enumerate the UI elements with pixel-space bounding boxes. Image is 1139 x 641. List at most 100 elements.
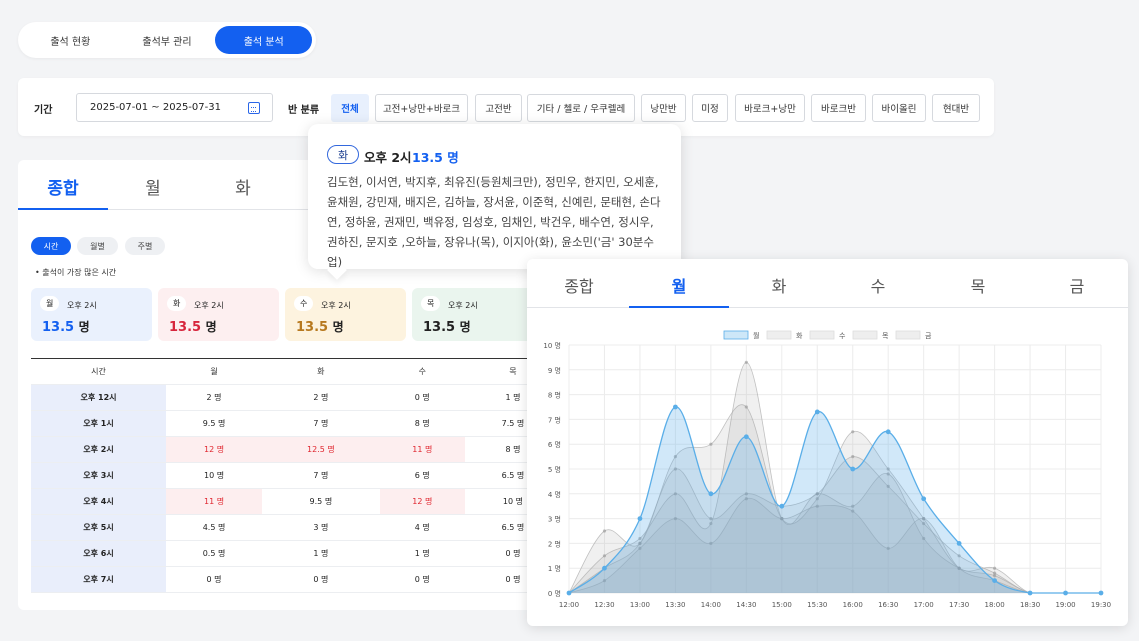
- chip-modern[interactable]: 현대반: [932, 94, 980, 122]
- count-cell: 4.5 명: [166, 514, 263, 541]
- legend-label[interactable]: 금: [925, 332, 932, 340]
- count-cell: 0 명: [262, 566, 380, 593]
- legend-swatch[interactable]: [766, 330, 792, 340]
- count-cell: 7 명: [262, 462, 380, 489]
- time-cell: 오후 3시: [31, 462, 166, 489]
- table-row: 오후 1시 9.5 명7 명8 명 7.5 명: [31, 410, 561, 437]
- data-point[interactable]: [1027, 590, 1033, 596]
- tab-monday[interactable]: 월: [108, 174, 198, 199]
- x-tick-label: 18:30: [1020, 601, 1040, 609]
- pill-time[interactable]: 시간: [31, 237, 71, 255]
- legend-label[interactable]: 화: [796, 332, 803, 340]
- legend-label[interactable]: 월: [753, 331, 759, 340]
- table-header-row: 시간 월 화 수 목: [31, 358, 561, 385]
- peak-card: 월 오후 2시 13.5 명: [31, 288, 152, 341]
- card-unit: 명: [459, 320, 471, 334]
- card-value-wrap: 13.5 명: [296, 318, 344, 335]
- count-cell: 12.5 명: [262, 436, 380, 463]
- table-header-cell: 시간: [31, 358, 166, 385]
- data-point[interactable]: [921, 496, 927, 502]
- table-row: 오후 2시 12 명 12.5 명 11 명8 명: [31, 436, 561, 463]
- chip-violin[interactable]: 바이올린: [872, 94, 926, 122]
- table-row: 오후 7시 0 명0 명0 명0 명: [31, 566, 561, 593]
- x-tick-label: 17:00: [914, 601, 934, 609]
- legend-swatch[interactable]: [895, 330, 921, 340]
- card-unit: 명: [205, 320, 217, 334]
- peak-card: 수 오후 2시 13.5 명: [285, 288, 406, 341]
- y-tick-label: 0 명: [548, 589, 561, 598]
- data-point[interactable]: [956, 541, 962, 546]
- card-value-wrap: 13.5 명: [423, 318, 471, 335]
- y-tick-label: 2 명: [548, 539, 561, 548]
- chip-guitar-cello-ukulele[interactable]: 기타 / 첼로 / 우쿠렐레: [527, 94, 635, 122]
- x-tick-label: 12:00: [559, 601, 579, 609]
- data-point[interactable]: [814, 409, 820, 415]
- data-point[interactable]: [744, 360, 748, 364]
- count-cell: 6 명: [379, 462, 465, 489]
- data-point[interactable]: [708, 491, 714, 497]
- time-cell: 오후 2시: [31, 436, 166, 463]
- data-point[interactable]: [637, 516, 643, 521]
- card-day-badge: 목: [421, 296, 441, 311]
- x-tick-label: 13:30: [665, 601, 685, 609]
- chip-baroque-romantic[interactable]: 바로크+낭만: [735, 94, 805, 122]
- count-cell: 2 명: [166, 384, 263, 411]
- data-point[interactable]: [1063, 590, 1068, 596]
- tab-overview[interactable]: 종합: [18, 174, 108, 199]
- y-tick-label: 9 명: [548, 366, 561, 375]
- tab-tuesday[interactable]: 화: [198, 174, 288, 199]
- tooltip-names: 김도현, 이서연, 박지후, 최유진(등원체크만), 정민우, 한지민, 오세훈…: [327, 175, 661, 269]
- data-point[interactable]: [602, 554, 607, 558]
- pill-weekly[interactable]: 주별: [125, 237, 165, 255]
- chip-romantic[interactable]: 낭만반: [641, 94, 686, 122]
- legend-swatch[interactable]: [852, 330, 878, 340]
- chip-baroque[interactable]: 바로크반: [811, 94, 866, 122]
- nav-tab-attendance-status[interactable]: 출석 현황: [22, 26, 119, 54]
- y-tick-label: 6 명: [548, 440, 561, 449]
- data-point[interactable]: [743, 434, 749, 440]
- data-point[interactable]: [602, 565, 607, 571]
- data-point[interactable]: [673, 404, 678, 410]
- data-point[interactable]: [779, 503, 785, 509]
- x-tick-label: 19:30: [1091, 601, 1111, 609]
- card-time: 오후 2시: [67, 301, 97, 310]
- calendar-icon[interactable]: [248, 102, 260, 114]
- data-point[interactable]: [709, 442, 713, 446]
- legend-swatch[interactable]: [723, 330, 749, 340]
- table-row: 오후 12시 2 명2 명0 명1 명: [31, 384, 561, 411]
- data-point[interactable]: [993, 571, 997, 575]
- attendance-area-chart: 0 명 1 명 2 명 3 명 4 명 5 명 6 명 7 명 8 명 9 명 10 명 12:00 1…: [543, 330, 1111, 609]
- peak-card: 목 오후 2시 13.5 명: [412, 288, 533, 341]
- data-point[interactable]: [993, 566, 997, 570]
- chip-classic[interactable]: 고전반: [475, 94, 522, 122]
- chip-classic-romantic-baroque[interactable]: 고전+낭만+바로크: [375, 94, 468, 122]
- card-time: 오후 2시: [448, 301, 478, 310]
- pill-monthly[interactable]: 월별: [77, 237, 118, 255]
- data-point[interactable]: [851, 455, 855, 459]
- data-point[interactable]: [602, 529, 607, 533]
- nav-tab-attendance-analysis[interactable]: 출석 분석: [215, 26, 313, 54]
- date-range-input[interactable]: 2025-07-01 ~ 2025-07-31: [76, 93, 273, 122]
- time-cell: 오후 12시: [31, 384, 166, 411]
- legend-label[interactable]: 수: [839, 332, 846, 340]
- data-point[interactable]: [992, 578, 997, 583]
- card-value-wrap: 13.5 명: [169, 318, 217, 335]
- card-value: 13.5: [169, 320, 202, 335]
- data-point[interactable]: [851, 430, 855, 434]
- data-point[interactable]: [1098, 590, 1104, 596]
- tooltip-count: 13.5 명: [412, 150, 459, 165]
- chip-all[interactable]: 전체: [331, 94, 369, 122]
- nav-tab-attendance-book[interactable]: 출석부 관리: [119, 26, 216, 54]
- data-point[interactable]: [566, 590, 572, 596]
- count-cell: 8 명: [379, 410, 465, 437]
- legend-label[interactable]: 목: [882, 332, 889, 340]
- legend-swatch[interactable]: [809, 330, 835, 340]
- data-point[interactable]: [885, 429, 891, 435]
- card-value: 13.5: [423, 320, 456, 335]
- time-cell: 오후 7시: [31, 566, 166, 593]
- chip-undecided[interactable]: 미정: [692, 94, 728, 122]
- data-point[interactable]: [850, 466, 856, 472]
- y-tick-label: 8 명: [548, 391, 561, 400]
- card-value: 13.5: [42, 320, 75, 335]
- card-time: 오후 2시: [194, 301, 224, 310]
